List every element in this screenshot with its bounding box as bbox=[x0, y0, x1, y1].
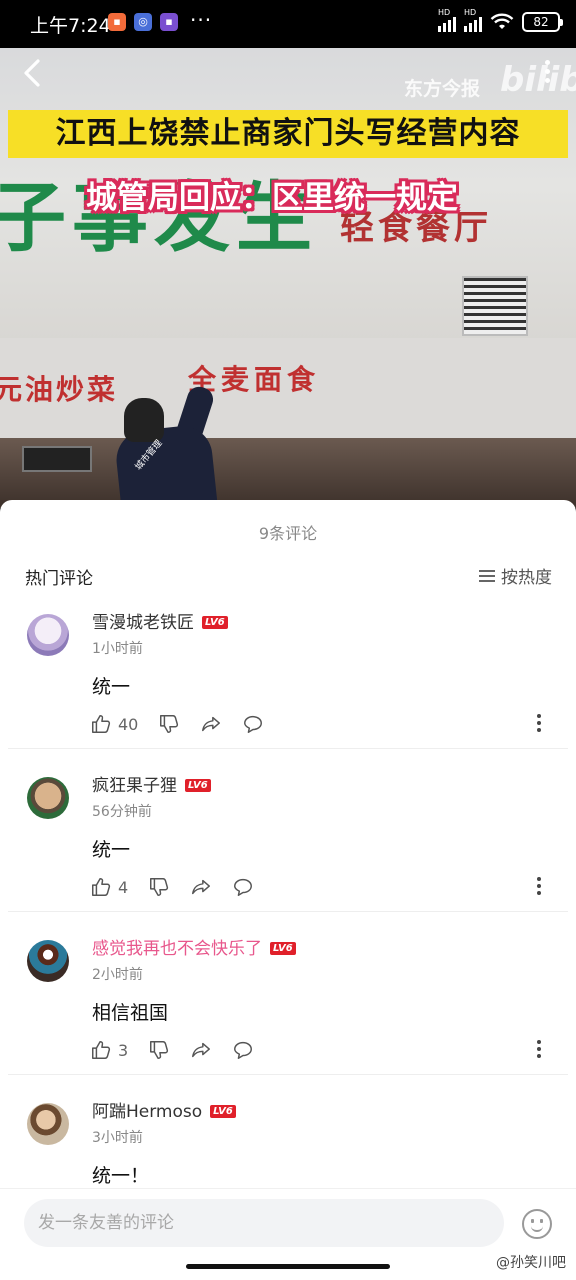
worker-figure bbox=[124, 398, 164, 442]
sort-button[interactable]: 按热度 bbox=[479, 563, 552, 588]
level-badge: LV6 bbox=[202, 616, 228, 629]
like-count: 3 bbox=[118, 1040, 129, 1060]
comment-input-bar: 发一条友善的评论 bbox=[0, 1188, 576, 1260]
comment-time: 3小时前 bbox=[92, 1130, 143, 1146]
share-icon bbox=[192, 879, 211, 895]
comments-sheet: 9条评论 热门评论 按热度 雪漫城老铁匠 LV6 1小时前 统一 40 疯狂果子… bbox=[0, 500, 576, 1260]
status-time: 上午7:24 bbox=[30, 15, 111, 37]
comment-text: 统一 bbox=[92, 839, 131, 861]
share-icon bbox=[202, 716, 221, 732]
wifi-icon bbox=[490, 13, 514, 29]
signal-icon: HD bbox=[464, 8, 482, 32]
comment-text: 统一 bbox=[92, 676, 131, 698]
comment-icon bbox=[234, 878, 253, 896]
home-indicator[interactable] bbox=[186, 1264, 390, 1269]
comments-count-title: 9条评论 bbox=[258, 524, 318, 543]
app-notification-icon: ▪ bbox=[160, 13, 178, 31]
system-nav-bar bbox=[0, 1260, 576, 1280]
source-watermark: 东方今报 bbox=[404, 78, 481, 100]
avatar[interactable] bbox=[27, 777, 69, 819]
divider bbox=[8, 748, 568, 749]
comment-username[interactable]: 雪漫城老铁匠 LV6 bbox=[92, 608, 228, 633]
source-credit: @孙笑川吧 bbox=[494, 1252, 568, 1272]
like-button[interactable]: 4 bbox=[90, 875, 128, 899]
dislike-button[interactable] bbox=[148, 875, 170, 899]
reply-button[interactable] bbox=[242, 712, 264, 736]
share-button[interactable] bbox=[200, 712, 222, 736]
comment-item: 疯狂果子狸 LV6 56分钟前 统一 4 bbox=[0, 763, 576, 926]
more-notifications-icon: ··· bbox=[190, 8, 213, 32]
status-app-icons: ▪ ◎ ▪ bbox=[108, 13, 178, 31]
thumbs-up-icon bbox=[92, 715, 111, 733]
thumbs-down-icon bbox=[150, 1041, 169, 1059]
avatar[interactable] bbox=[27, 614, 69, 656]
storefront-menu-text: 元油炒菜 bbox=[0, 373, 119, 406]
video-player[interactable]: 子事发生 轻食餐厅 元油炒菜 全麦面食 城市管理 江西上饶禁止商家门头写经营内容… bbox=[0, 48, 576, 508]
comment-more-button[interactable] bbox=[536, 712, 542, 734]
thumbs-down-icon bbox=[160, 715, 179, 733]
thumbs-up-icon bbox=[92, 1041, 111, 1059]
comment-more-button[interactable] bbox=[536, 1038, 542, 1060]
comment-item: 雪漫城老铁匠 LV6 1小时前 统一 40 bbox=[0, 600, 576, 763]
like-button[interactable]: 3 bbox=[90, 1038, 128, 1062]
level-badge: LV6 bbox=[270, 942, 296, 955]
signal-icon: HD bbox=[438, 8, 456, 32]
divider bbox=[8, 1074, 568, 1075]
reply-button[interactable] bbox=[232, 1038, 254, 1062]
avatar[interactable] bbox=[27, 940, 69, 982]
avatar[interactable] bbox=[27, 1103, 69, 1145]
share-button[interactable] bbox=[190, 875, 212, 899]
app-notification-icon: ▪ bbox=[108, 13, 126, 31]
hot-comments-label: 热门评论 bbox=[25, 569, 93, 589]
comment-actions: 4 bbox=[90, 875, 274, 899]
bilibili-logo: bilibili bbox=[500, 60, 576, 100]
emoji-icon[interactable] bbox=[522, 1209, 552, 1239]
comment-actions: 40 bbox=[90, 712, 284, 736]
comment-text: 统一！ bbox=[92, 1165, 150, 1187]
comment-actions: 3 bbox=[90, 1038, 274, 1062]
comment-item: 感觉我再也不会快乐了 LV6 2小时前 相信祖国 3 bbox=[0, 926, 576, 1089]
comment-item: 阿踹Hermoso LV6 3小时前 统一！ bbox=[0, 1089, 576, 1189]
comment-icon bbox=[234, 1041, 253, 1059]
comment-username[interactable]: 疯狂果子狸 LV6 bbox=[92, 771, 211, 796]
level-badge: LV6 bbox=[210, 1105, 236, 1118]
comment-time: 1小时前 bbox=[92, 641, 143, 657]
status-indicators: HD HD 82 bbox=[438, 8, 563, 32]
comment-username[interactable]: 感觉我再也不会快乐了 LV6 bbox=[92, 934, 296, 959]
share-icon bbox=[192, 1042, 211, 1058]
dislike-button[interactable] bbox=[148, 1038, 170, 1062]
dislike-button[interactable] bbox=[158, 712, 180, 736]
comment-time: 56分钟前 bbox=[92, 804, 152, 820]
sort-label: 按热度 bbox=[501, 568, 552, 588]
video-subheadline: 城管局回应：区里统一规定 bbox=[86, 180, 458, 216]
comment-icon bbox=[244, 715, 263, 733]
comment-input[interactable]: 发一条友善的评论 bbox=[24, 1199, 504, 1247]
thumbs-up-icon bbox=[92, 878, 111, 896]
level-badge: LV6 bbox=[185, 779, 211, 792]
comment-text: 相信祖国 bbox=[92, 1002, 169, 1024]
comment-more-button[interactable] bbox=[536, 875, 542, 897]
like-button[interactable]: 40 bbox=[90, 712, 138, 736]
reply-button[interactable] bbox=[232, 875, 254, 899]
storefront-window bbox=[22, 446, 92, 472]
app-notification-icon: ◎ bbox=[134, 13, 152, 31]
air-vent bbox=[462, 276, 528, 336]
video-headline: 江西上饶禁止商家门头写经营内容 bbox=[8, 110, 568, 158]
divider bbox=[8, 911, 568, 912]
comment-time: 2小时前 bbox=[92, 967, 143, 983]
battery-icon: 82 bbox=[522, 12, 563, 32]
comment-username[interactable]: 阿踹Hermoso LV6 bbox=[92, 1097, 236, 1122]
thumbs-down-icon bbox=[150, 878, 169, 896]
sort-icon bbox=[479, 569, 495, 582]
video-more-button[interactable] bbox=[544, 60, 552, 86]
back-button[interactable] bbox=[20, 58, 50, 88]
share-button[interactable] bbox=[190, 1038, 212, 1062]
like-count: 40 bbox=[118, 714, 139, 734]
chevron-left-icon bbox=[24, 59, 40, 87]
like-count: 4 bbox=[118, 877, 129, 897]
status-bar: 上午7:24 ▪ ◎ ▪ ··· HD HD 82 bbox=[0, 0, 576, 48]
